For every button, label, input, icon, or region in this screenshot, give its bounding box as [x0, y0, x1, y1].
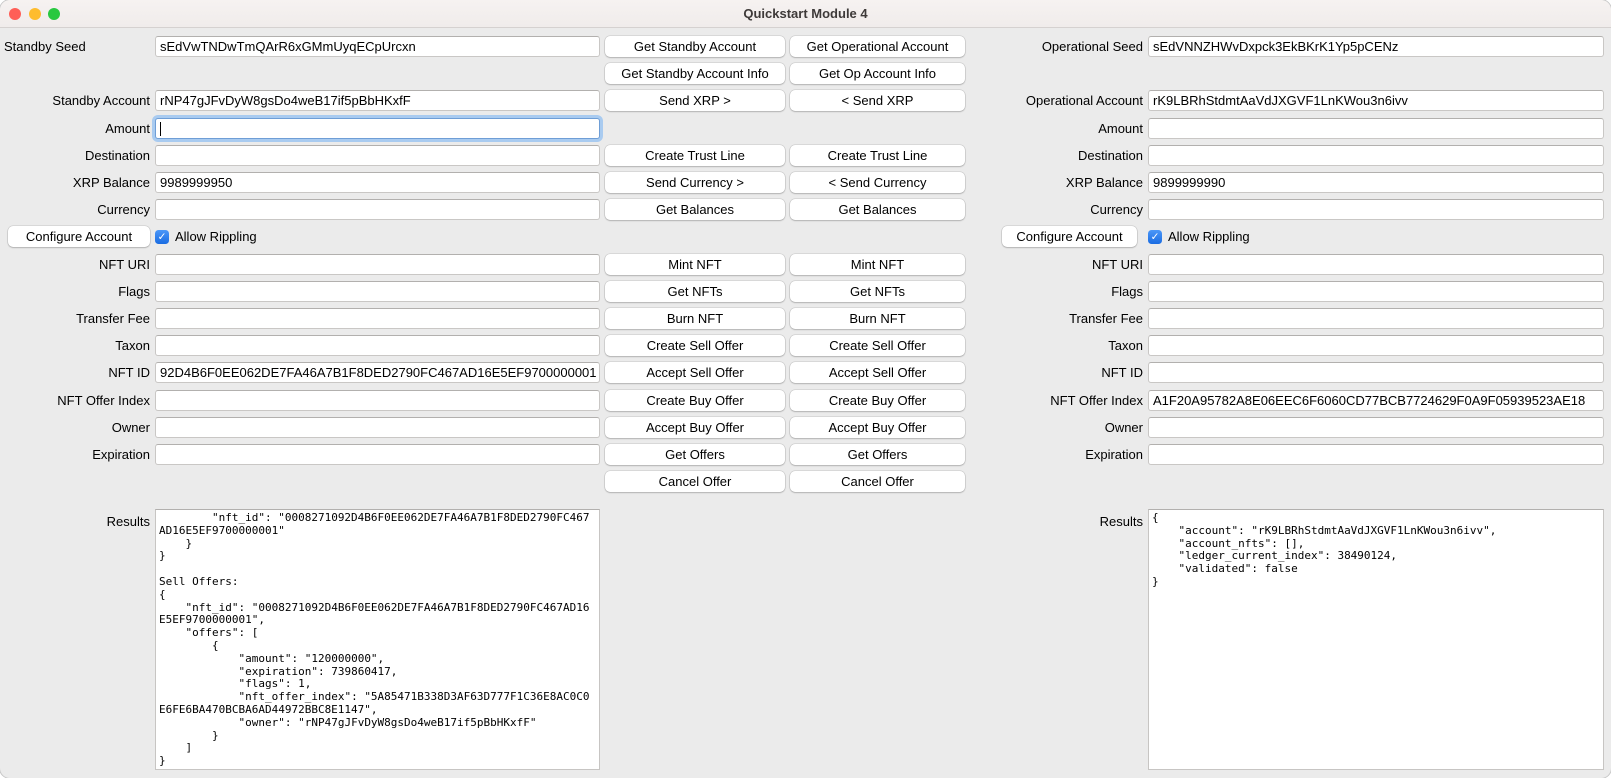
burn-nft-standby-button[interactable]: Burn NFT: [605, 308, 785, 329]
operational-seed-value: sEdVNNZHWvDxpck3EkBKrK1Yp5pCENz: [1153, 39, 1398, 54]
get-balances-operational-button[interactable]: Get Balances: [790, 199, 965, 220]
accept-sell-offer-operational-button[interactable]: Accept Sell Offer: [790, 362, 965, 383]
create-trust-line-standby-button[interactable]: Create Trust Line: [605, 145, 785, 166]
standby-account-value: rNP47gJFvDyW8gsDo4weB17if5pBbHKxfF: [160, 93, 411, 108]
operational-xrp-balance-value: 9899999990: [1153, 175, 1225, 190]
standby-seed-label: Standby Seed: [4, 36, 150, 57]
send-currency-to-operational-button[interactable]: Send Currency >: [605, 172, 785, 193]
operational-results-text[interactable]: { "account": "rK9LBRhStdmtAaVdJXGVF1LnKW…: [1148, 509, 1604, 770]
standby-account-label: Standby Account: [4, 90, 150, 111]
operational-results-label: Results: [900, 511, 1143, 532]
get-nfts-standby-button[interactable]: Get NFTs: [605, 281, 785, 302]
operational-nft-uri-input[interactable]: [1148, 254, 1604, 275]
standby-transfer-fee-label: Transfer Fee: [4, 308, 150, 329]
operational-seed-input[interactable]: sEdVNNZHWvDxpck3EkBKrK1Yp5pCENz: [1148, 36, 1604, 57]
standby-owner-input[interactable]: [155, 417, 600, 438]
send-xrp-to-operational-button[interactable]: Send XRP >: [605, 90, 785, 111]
get-operational-account-button[interactable]: Get Operational Account: [790, 36, 965, 57]
standby-seed-value: sEdVwTNDwTmQArR6xGMmUyqECpUrcxn: [160, 39, 416, 54]
get-standby-account-button[interactable]: Get Standby Account: [605, 36, 785, 57]
operational-allow-rippling-checkbox-label: Allow Rippling: [1168, 229, 1250, 244]
standby-currency-input[interactable]: [155, 199, 600, 220]
get-offers-standby-button[interactable]: Get Offers: [605, 444, 785, 465]
create-buy-offer-standby-button[interactable]: Create Buy Offer: [605, 390, 785, 411]
cancel-offer-operational-button[interactable]: Cancel Offer: [790, 471, 965, 492]
standby-destination-input[interactable]: [155, 145, 600, 166]
standby-flags-input[interactable]: [155, 281, 600, 302]
operational-amount-input[interactable]: [1148, 118, 1604, 139]
standby-taxon-input[interactable]: [155, 335, 600, 356]
standby-nft-id-value: 92D4B6F0EE062DE7FA46A7B1F8DED2790FC467AD…: [160, 365, 597, 380]
standby-expiration-label: Expiration: [4, 444, 150, 465]
standby-xrp-balance-input[interactable]: 9989999950: [155, 172, 600, 193]
standby-destination-label: Destination: [4, 145, 150, 166]
window-title: Quickstart Module 4: [0, 0, 1611, 28]
operational-transfer-fee-input[interactable]: [1148, 308, 1604, 329]
standby-currency-label: Currency: [4, 199, 150, 220]
checkmark-icon: ✓: [1151, 231, 1160, 243]
operational-xrp-balance-input[interactable]: 9899999990: [1148, 172, 1604, 193]
app-window: Quickstart Module 4 Standby Seed sEdVwTND…: [0, 0, 1611, 778]
standby-account-input[interactable]: rNP47gJFvDyW8gsDo4weB17if5pBbHKxfF: [155, 90, 600, 111]
standby-allow-rippling-checkbox[interactable]: ✓: [155, 230, 169, 244]
operational-allow-rippling-checkbox[interactable]: ✓: [1148, 230, 1162, 244]
accept-sell-offer-standby-button[interactable]: Accept Sell Offer: [605, 362, 785, 383]
standby-amount-input[interactable]: [155, 118, 600, 139]
mint-nft-standby-button[interactable]: Mint NFT: [605, 254, 785, 275]
burn-nft-operational-button[interactable]: Burn NFT: [790, 308, 965, 329]
standby-results-text[interactable]: "nft_id": "0008271092D4B6F0EE062DE7FA46A…: [155, 509, 600, 770]
standby-owner-label: Owner: [4, 417, 150, 438]
operational-account-value: rK9LBRhStdmtAaVdJXGVF1LnKWou3n6ivv: [1153, 93, 1408, 108]
standby-results-label: Results: [4, 511, 150, 532]
get-offers-operational-button[interactable]: Get Offers: [790, 444, 965, 465]
standby-nft-offer-index-label: NFT Offer Index: [4, 390, 150, 411]
standby-transfer-fee-input[interactable]: [155, 308, 600, 329]
mint-nft-operational-button[interactable]: Mint NFT: [790, 254, 965, 275]
get-nfts-operational-button[interactable]: Get NFTs: [790, 281, 965, 302]
operational-amount-label: Amount: [900, 118, 1143, 139]
get-op-account-info-button[interactable]: Get Op Account Info: [790, 63, 965, 84]
standby-flags-label: Flags: [4, 281, 150, 302]
operational-nft-offer-index-value: A1F20A95782A8E06EEC6F6060CD77BCB7724629F…: [1153, 393, 1585, 408]
get-balances-standby-button[interactable]: Get Balances: [605, 199, 785, 220]
operational-nft-id-input[interactable]: [1148, 362, 1604, 383]
create-sell-offer-standby-button[interactable]: Create Sell Offer: [605, 335, 785, 356]
operational-account-input[interactable]: rK9LBRhStdmtAaVdJXGVF1LnKWou3n6ivv: [1148, 90, 1604, 111]
accept-buy-offer-operational-button[interactable]: Accept Buy Offer: [790, 417, 965, 438]
standby-nft-uri-label: NFT URI: [4, 254, 150, 275]
operational-flags-input[interactable]: [1148, 281, 1604, 302]
cancel-offer-standby-button[interactable]: Cancel Offer: [605, 471, 785, 492]
standby-expiration-input[interactable]: [155, 444, 600, 465]
create-buy-offer-operational-button[interactable]: Create Buy Offer: [790, 390, 965, 411]
standby-xrp-balance-value: 9989999950: [160, 175, 232, 190]
standby-nft-id-input[interactable]: 92D4B6F0EE062DE7FA46A7B1F8DED2790FC467AD…: [155, 362, 600, 383]
get-standby-account-info-button[interactable]: Get Standby Account Info: [605, 63, 785, 84]
standby-taxon-label: Taxon: [4, 335, 150, 356]
standby-nft-offer-index-input[interactable]: [155, 390, 600, 411]
standby-nft-uri-input[interactable]: [155, 254, 600, 275]
send-currency-to-standby-button[interactable]: < Send Currency: [790, 172, 965, 193]
configure-standby-account-button[interactable]: Configure Account: [8, 226, 150, 247]
create-trust-line-operational-button[interactable]: Create Trust Line: [790, 145, 965, 166]
operational-destination-input[interactable]: [1148, 145, 1604, 166]
operational-currency-input[interactable]: [1148, 199, 1604, 220]
standby-nft-id-label: NFT ID: [4, 362, 150, 383]
standby-seed-input[interactable]: sEdVwTNDwTmQArR6xGMmUyqECpUrcxn: [155, 36, 600, 57]
checkmark-icon: ✓: [158, 231, 167, 243]
operational-owner-input[interactable]: [1148, 417, 1604, 438]
operational-taxon-input[interactable]: [1148, 335, 1604, 356]
operational-expiration-input[interactable]: [1148, 444, 1604, 465]
text-caret: [160, 122, 161, 136]
send-xrp-to-standby-button[interactable]: < Send XRP: [790, 90, 965, 111]
accept-buy-offer-standby-button[interactable]: Accept Buy Offer: [605, 417, 785, 438]
standby-allow-rippling-checkbox-group: ✓ Allow Rippling: [155, 226, 257, 247]
create-sell-offer-operational-button[interactable]: Create Sell Offer: [790, 335, 965, 356]
standby-amount-label: Amount: [4, 118, 150, 139]
operational-allow-rippling-checkbox-group: ✓ Allow Rippling: [1148, 226, 1250, 247]
configure-operational-account-button[interactable]: Configure Account: [1002, 226, 1137, 247]
standby-allow-rippling-checkbox-label: Allow Rippling: [175, 229, 257, 244]
standby-xrp-balance-label: XRP Balance: [4, 172, 150, 193]
operational-nft-offer-index-input[interactable]: A1F20A95782A8E06EEC6F6060CD77BCB7724629F…: [1148, 390, 1604, 411]
titlebar[interactable]: Quickstart Module 4: [0, 0, 1611, 28]
